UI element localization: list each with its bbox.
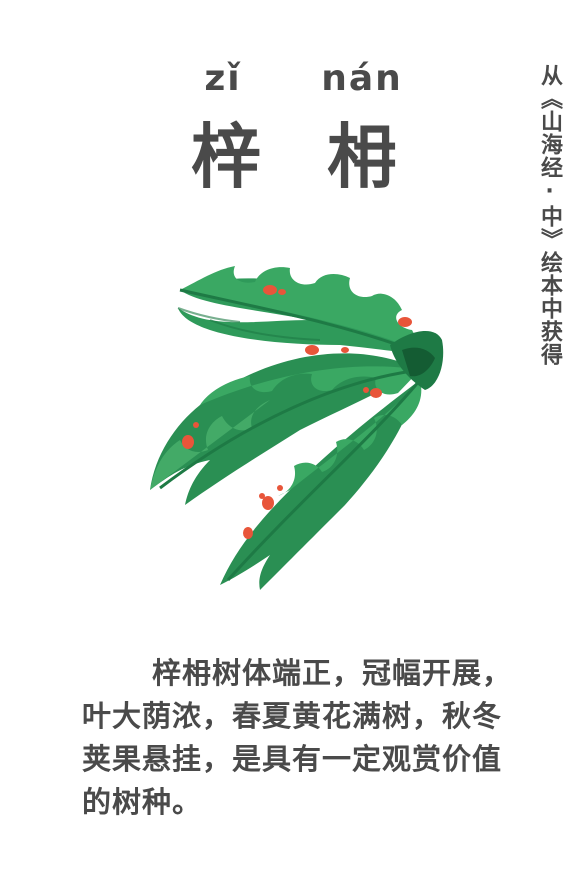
berry bbox=[363, 387, 369, 393]
berry bbox=[305, 345, 319, 355]
berry bbox=[243, 527, 253, 539]
berry bbox=[370, 388, 382, 398]
berry bbox=[182, 435, 194, 449]
source-note: 从《山海经·中》绘本中获得 bbox=[537, 64, 562, 366]
berry bbox=[278, 289, 286, 295]
title-character-first: 梓 bbox=[191, 116, 261, 198]
description-text: 梓枏树体端正，冠幅开展，叶大荫浓，春夏黄花满树，秋冬荚果悬挂，是具有一定观赏价值… bbox=[82, 656, 513, 819]
berry bbox=[259, 493, 265, 499]
leaf-branch-icon bbox=[150, 266, 444, 590]
title-character-second: 枏 bbox=[327, 116, 397, 198]
berry bbox=[263, 285, 277, 295]
berry bbox=[398, 317, 412, 327]
pinyin-second: nán bbox=[321, 58, 403, 99]
upper-frond bbox=[177, 266, 426, 357]
pinyin-first: zǐ bbox=[204, 58, 242, 99]
berry bbox=[341, 347, 349, 353]
berry bbox=[277, 485, 283, 491]
berry bbox=[193, 422, 199, 428]
plant-card: zǐ nán 梓 枏 从《山海经·中》绘本中获得 梓枏树体端正，冠幅开展，叶大荫… bbox=[0, 0, 586, 894]
